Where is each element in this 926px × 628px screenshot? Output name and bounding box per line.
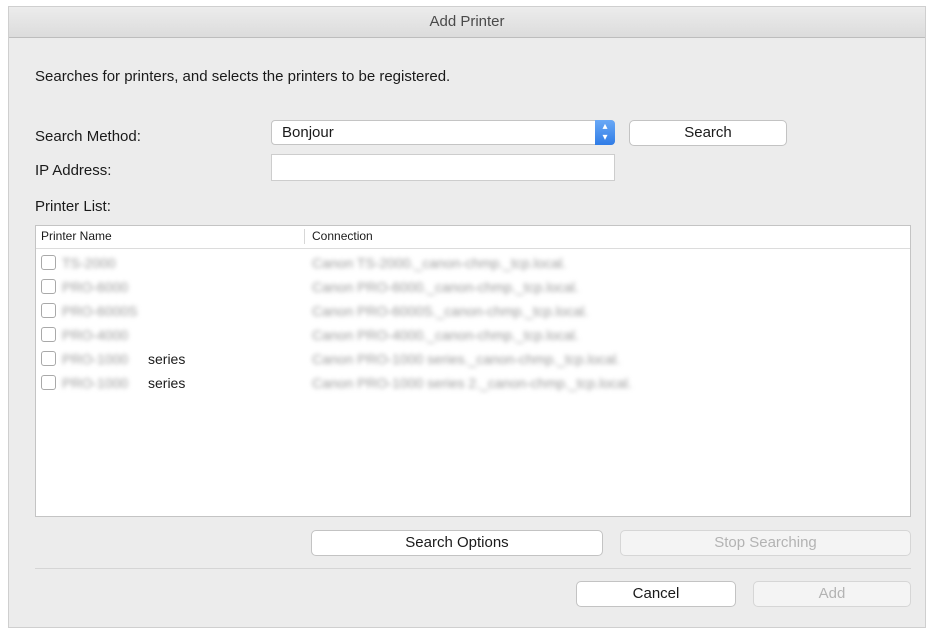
printer-name: TS-2000: [62, 255, 116, 271]
divider: [35, 568, 911, 569]
printer-name: PRO-4000: [62, 327, 129, 343]
ip-address-field[interactable]: [271, 154, 615, 181]
window-title: Add Printer: [9, 7, 925, 38]
description-text: Searches for printers, and selects the p…: [35, 68, 451, 85]
add-printer-dialog: Add Printer Searches for printers, and s…: [8, 6, 926, 628]
printer-checkbox[interactable]: [41, 255, 56, 270]
table-row[interactable]: PRO-1000 series Canon PRO-1000 series 2.…: [36, 371, 910, 395]
printer-connection: Canon TS-2000._canon-chmp._tcp.local.: [312, 255, 567, 271]
table-row[interactable]: PRO-6000S Canon PRO-6000S._canon-chmp._t…: [36, 299, 910, 323]
column-header-connection[interactable]: Connection: [312, 226, 373, 247]
printer-name-suffix: series: [148, 351, 186, 367]
table-row[interactable]: PRO-6000 Canon PRO-6000._canon-chmp._tcp…: [36, 275, 910, 299]
printer-connection: Canon PRO-6000S._canon-chmp._tcp.local.: [312, 303, 589, 319]
table-row[interactable]: PRO-4000 Canon PRO-4000._canon-chmp._tcp…: [36, 323, 910, 347]
printer-connection: Canon PRO-1000 series 2._canon-chmp._tcp…: [312, 375, 632, 391]
search-method-value: Bonjour: [282, 124, 334, 141]
printer-list-label: Printer List:: [35, 198, 111, 215]
printer-name-suffix: series: [148, 375, 186, 391]
printer-checkbox[interactable]: [41, 279, 56, 294]
search-button[interactable]: Search: [629, 120, 787, 146]
printer-checkbox[interactable]: [41, 327, 56, 342]
search-options-button[interactable]: Search Options: [311, 530, 603, 556]
table-row[interactable]: TS-2000 Canon TS-2000._canon-chmp._tcp.l…: [36, 251, 910, 275]
printer-checkbox[interactable]: [41, 303, 56, 318]
printer-connection: Canon PRO-6000._canon-chmp._tcp.local.: [312, 279, 579, 295]
printer-connection: Canon PRO-4000._canon-chmp._tcp.local.: [312, 327, 579, 343]
printer-checkbox[interactable]: [41, 375, 56, 390]
printer-name: PRO-6000S: [62, 303, 138, 319]
search-method-select[interactable]: Bonjour ▴ ▾: [271, 120, 615, 145]
chevron-updown-icon: ▴ ▾: [595, 120, 615, 145]
printer-connection: Canon PRO-1000 series._canon-chmp._tcp.l…: [312, 351, 621, 367]
stop-searching-button[interactable]: Stop Searching: [620, 530, 911, 556]
add-button[interactable]: Add: [753, 581, 911, 607]
column-divider: [304, 229, 305, 244]
printer-checkbox[interactable]: [41, 351, 56, 366]
search-method-label: Search Method:: [35, 128, 141, 145]
ip-address-label: IP Address:: [35, 162, 112, 179]
cancel-button[interactable]: Cancel: [576, 581, 736, 607]
printer-name: PRO-1000: [62, 375, 129, 391]
printer-name: PRO-6000: [62, 279, 129, 295]
column-header-printer-name[interactable]: Printer Name: [41, 226, 112, 247]
table-header: Printer Name Connection: [36, 226, 910, 249]
printer-name: PRO-1000: [62, 351, 129, 367]
table-row[interactable]: PRO-1000 series Canon PRO-1000 series._c…: [36, 347, 910, 371]
printer-list-table[interactable]: Printer Name Connection TS-2000 Canon TS…: [35, 225, 911, 517]
